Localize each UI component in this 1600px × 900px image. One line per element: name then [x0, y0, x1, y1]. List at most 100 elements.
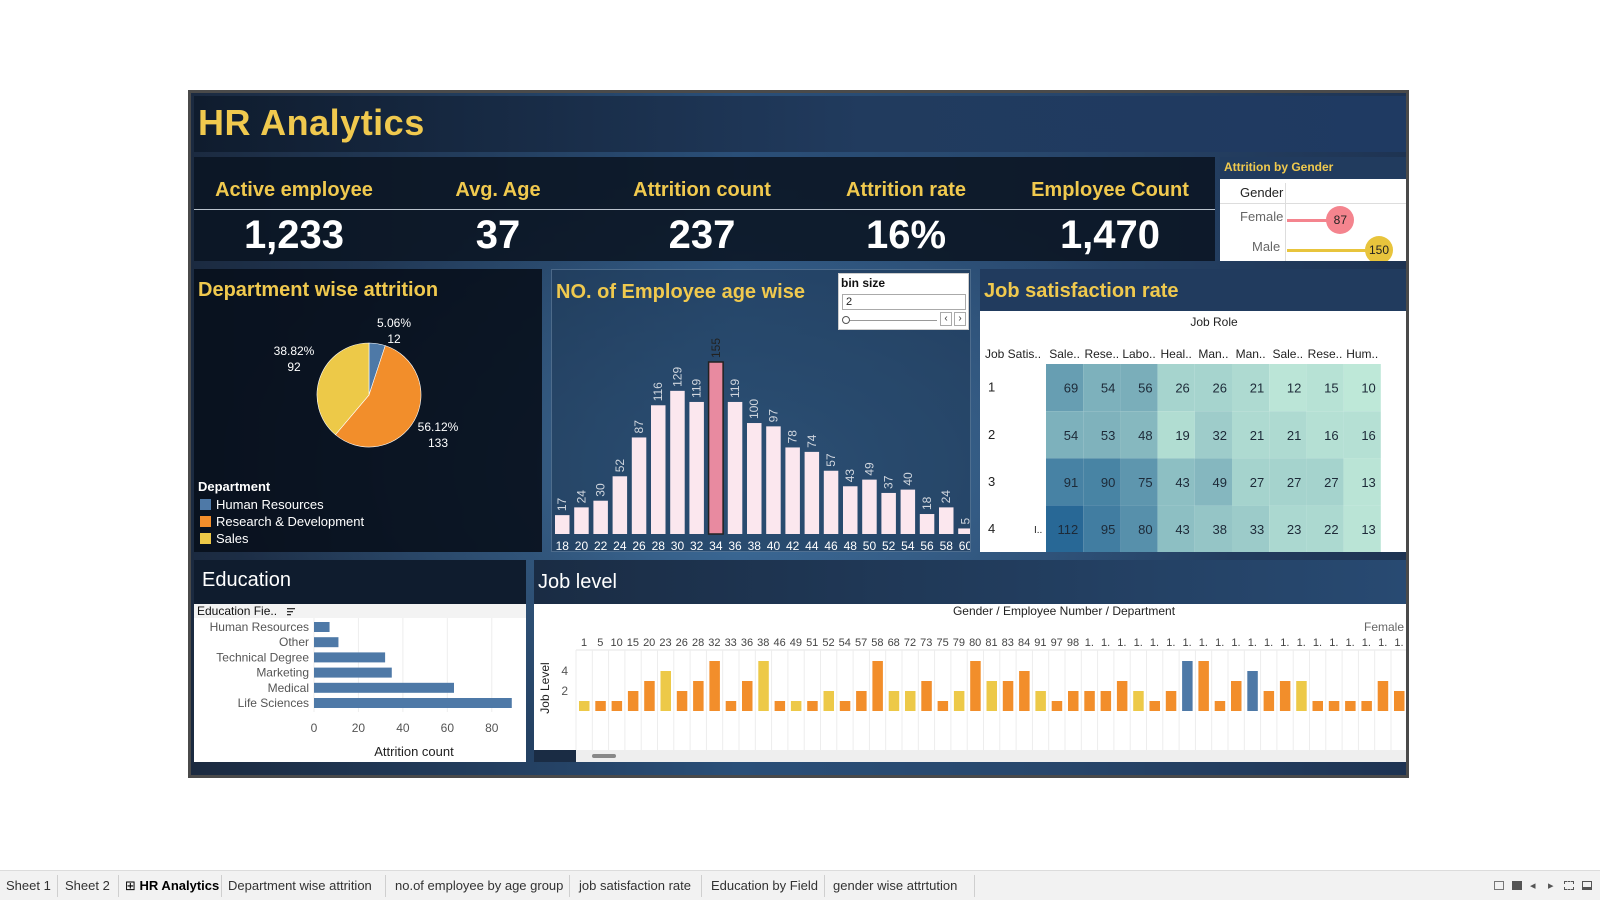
job-level-bar[interactable] — [1100, 691, 1112, 711]
presentation-mode-icon[interactable] — [1582, 881, 1592, 890]
job-level-bar[interactable] — [1051, 701, 1063, 711]
age-bar[interactable] — [939, 507, 954, 534]
age-bar[interactable] — [670, 390, 685, 534]
bin-size-slider-handle[interactable] — [842, 316, 850, 324]
bin-decrement-icon[interactable]: ‹ — [940, 312, 952, 326]
job-level-bar[interactable] — [693, 681, 704, 711]
education-bar[interactable] — [314, 652, 386, 663]
age-bar[interactable] — [862, 479, 877, 534]
job-level-bar[interactable] — [611, 701, 623, 711]
age-bar[interactable] — [651, 405, 666, 534]
age-bar[interactable] — [727, 401, 743, 534]
education-category-label[interactable]: Human Resources — [210, 620, 309, 634]
job-level-bar[interactable] — [1133, 691, 1144, 711]
job-level-bar[interactable] — [1361, 701, 1372, 711]
job-level-bar[interactable] — [1214, 701, 1226, 711]
job-level-bar[interactable] — [921, 681, 932, 711]
job-level-bar[interactable] — [1068, 691, 1079, 711]
education-category-label[interactable]: Life Sciences — [238, 696, 309, 710]
job-level-bar[interactable] — [676, 691, 688, 711]
age-bar[interactable] — [900, 489, 916, 534]
job-level-bar[interactable] — [970, 661, 981, 711]
job-level-bar[interactable] — [660, 671, 672, 711]
education-category-label[interactable]: Technical Degree — [216, 650, 309, 664]
job-level-bar[interactable] — [1296, 681, 1307, 711]
sheet-sorter-icon[interactable] — [1494, 881, 1504, 890]
heatmap-column-label[interactable]: Heal.. — [1161, 347, 1192, 361]
job-level-bar[interactable] — [937, 701, 949, 711]
job-level-bar[interactable] — [1247, 671, 1258, 711]
job-level-bar[interactable] — [742, 681, 753, 711]
education-category-label[interactable]: Other — [279, 635, 309, 649]
job-level-bar[interactable] — [1116, 681, 1128, 711]
education-category-label[interactable]: Marketing — [256, 666, 309, 680]
job-level-bar[interactable] — [579, 701, 590, 711]
tab-gender-wise-attrition[interactable]: gender wise attrtution — [833, 878, 957, 893]
legend-label-rd[interactable]: Research & Development — [216, 514, 364, 529]
age-bar[interactable] — [689, 401, 704, 534]
job-level-bar[interactable] — [709, 661, 720, 711]
heatmap-column-label[interactable]: Sale.. — [1272, 347, 1303, 361]
age-bar[interactable] — [843, 486, 858, 534]
fullscreen-icon[interactable] — [1564, 881, 1574, 890]
job-level-bar[interactable] — [758, 661, 769, 711]
education-bar[interactable] — [314, 667, 392, 678]
bin-size-slider-track[interactable] — [845, 320, 937, 321]
bin-increment-icon[interactable]: › — [954, 312, 966, 326]
job-level-bar[interactable] — [872, 661, 883, 711]
tab-hr-analytics[interactable]: ⊞ HR Analytics — [125, 878, 219, 894]
job-level-bar[interactable] — [725, 701, 737, 711]
heatmap-column-label[interactable]: Hum.. — [1346, 347, 1378, 361]
job-level-bar[interactable] — [1149, 701, 1161, 711]
age-bar[interactable] — [823, 470, 839, 534]
prev-sheet-icon[interactable]: ◂ — [1530, 879, 1536, 892]
heatmap-column-label[interactable]: Man.. — [1236, 347, 1266, 361]
job-level-bar[interactable] — [1279, 681, 1291, 711]
age-bar[interactable] — [574, 507, 589, 534]
job-level-bar[interactable] — [1035, 691, 1046, 711]
tab-job-satisfaction-rate[interactable]: job satisfaction rate — [579, 878, 691, 893]
heatmap-column-label[interactable]: Rese.. — [1084, 347, 1119, 361]
bin-size-input[interactable]: 2 — [842, 294, 966, 310]
legend-label-sales[interactable]: Sales — [216, 531, 249, 546]
job-level-bar[interactable] — [1002, 681, 1014, 711]
job-level-bar[interactable] — [1263, 691, 1275, 711]
job-level-bar[interactable] — [1165, 691, 1177, 711]
job-level-bar[interactable] — [905, 691, 916, 711]
job-level-bar[interactable] — [1328, 701, 1340, 711]
job-level-bar[interactable] — [627, 691, 639, 711]
job-level-bar[interactable] — [774, 701, 786, 711]
job-level-bar[interactable] — [1345, 701, 1356, 711]
age-bar[interactable] — [766, 426, 781, 534]
tab-education-by-field[interactable]: Education by Field — [711, 878, 818, 893]
job-level-bar[interactable] — [888, 691, 900, 711]
job-level-bar[interactable] — [1084, 691, 1095, 711]
scrollbar-thumb[interactable] — [592, 754, 616, 758]
job-level-bar[interactable] — [1312, 701, 1324, 711]
job-level-bar[interactable] — [1394, 691, 1405, 711]
job-level-bar[interactable] — [644, 681, 655, 711]
next-sheet-icon[interactable]: ▸ — [1548, 879, 1554, 892]
job-level-bar[interactable] — [839, 701, 851, 711]
age-bar[interactable] — [707, 361, 724, 535]
filmstrip-icon[interactable] — [1512, 881, 1522, 890]
age-bar[interactable] — [612, 476, 628, 534]
job-level-bar[interactable] — [1182, 661, 1193, 711]
heatmap-column-label[interactable]: Man.. — [1198, 347, 1228, 361]
age-bar[interactable] — [919, 514, 935, 534]
education-bar[interactable] — [314, 637, 339, 648]
age-bar[interactable] — [593, 500, 608, 534]
age-bar[interactable] — [747, 423, 762, 534]
age-bar[interactable] — [881, 492, 896, 534]
age-bar[interactable] — [958, 528, 971, 534]
education-bar[interactable] — [314, 682, 454, 693]
job-level-bar[interactable] — [856, 691, 867, 711]
job-level-bar[interactable] — [823, 691, 835, 711]
heatmap-row-label[interactable]: 4 — [988, 521, 995, 536]
age-bar[interactable] — [555, 515, 570, 534]
tab-employee-by-age-group[interactable]: no.of employee by age group — [395, 878, 563, 893]
gender-dot-male[interactable]: 150 — [1365, 236, 1393, 261]
gender-dot-female[interactable]: 87 — [1326, 206, 1355, 234]
job-level-bar[interactable] — [1019, 671, 1030, 711]
job-level-bar[interactable] — [1377, 681, 1389, 711]
